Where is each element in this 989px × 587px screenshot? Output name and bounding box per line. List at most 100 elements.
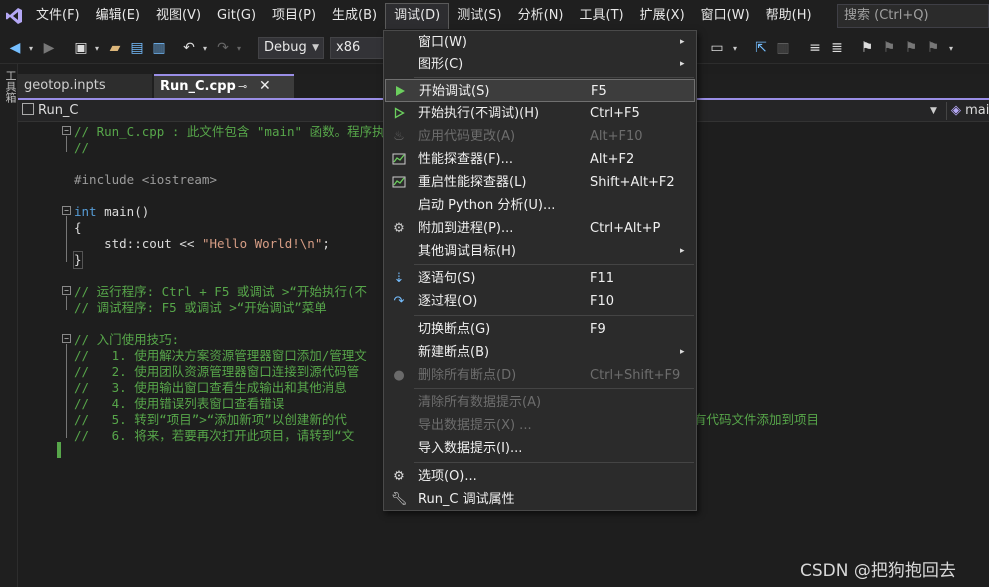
bookmark-icon[interactable]: ⚑ xyxy=(858,39,876,57)
menu-build[interactable]: 生成(B) xyxy=(324,3,385,29)
menu-help[interactable]: 帮助(H) xyxy=(758,3,820,29)
step-icon[interactable]: ⇱ xyxy=(752,39,770,57)
fold-toggle-icon[interactable]: − xyxy=(62,206,71,215)
menu-item-graphics[interactable]: 图形(C) ▸ xyxy=(385,53,695,76)
menu-test[interactable]: 测试(S) xyxy=(449,3,509,29)
visual-studio-logo-icon[interactable] xyxy=(0,0,28,32)
undo-icon[interactable]: ↶ xyxy=(180,39,198,57)
member-dropdown[interactable]: ◈ mai xyxy=(946,102,989,120)
code-line: // 6. 将来，若要再次打开此项目，请转到“文 xyxy=(74,428,355,443)
menu-project[interactable]: 项目(P) xyxy=(264,3,324,29)
menu-analyze[interactable]: 分析(N) xyxy=(510,3,572,29)
menu-item-clear-all-datatips[interactable]: 清除所有数据提示(A) xyxy=(385,391,695,414)
menu-item-new-breakpoint[interactable]: 新建断点(B) ▸ xyxy=(385,341,695,364)
menu-item-import-datatips[interactable]: 导入数据提示(I)... xyxy=(385,437,695,460)
menu-edit[interactable]: 编辑(E) xyxy=(88,3,148,29)
menu-item-debug-properties[interactable]: 🔧︎ Run_C 调试属性 xyxy=(385,488,695,511)
menu-item-window[interactable]: 窗口(W) ▸ xyxy=(385,31,695,54)
menu-item-options[interactable]: ⚙ 选项(O)... xyxy=(385,465,695,488)
debug-menu: 窗口(W) ▸ 图形(C) ▸ 开始调试(S) F5 开始执行(不调试)(H) … xyxy=(383,30,697,511)
menu-view[interactable]: 视图(V) xyxy=(148,3,209,29)
bookmark-clear-icon[interactable]: ⚑ xyxy=(924,39,942,57)
performance-chart-icon xyxy=(391,174,407,190)
close-icon[interactable]: ✕ xyxy=(259,76,271,97)
toolbar-overflow-icon[interactable]: ▾ xyxy=(946,39,956,57)
align-icon[interactable]: ▥ xyxy=(774,39,792,57)
breakpoints-icon: ● xyxy=(393,367,405,383)
flame-icon: ♨ xyxy=(393,128,405,144)
code-line: { xyxy=(74,220,82,235)
pin-icon[interactable]: ⊸ xyxy=(238,76,247,97)
scope-dropdown[interactable]: Run_C xyxy=(22,102,202,120)
save-all-icon[interactable]: ▥ xyxy=(150,39,168,57)
menu-item-attach-to-process[interactable]: ⚙ 附加到进程(P)... Ctrl+Alt+P xyxy=(385,217,695,240)
toolbox-strip[interactable]: 工具箱 xyxy=(0,64,18,587)
new-project-icon[interactable]: ▣ xyxy=(72,39,90,57)
new-dropdown-icon[interactable]: ▾ xyxy=(92,39,102,57)
bookmark-prev-icon[interactable]: ⚑ xyxy=(880,39,898,57)
menu-item-toggle-breakpoint[interactable]: 切换断点(G) F9 xyxy=(385,318,695,341)
chevron-down-icon: ▼ xyxy=(312,43,319,53)
gears-icon: ⚙ xyxy=(393,220,405,236)
menu-item-step-over[interactable]: ↷ 逐过程(O) F10 xyxy=(385,290,695,313)
layout-dropdown-icon[interactable]: ▾ xyxy=(730,39,740,57)
platform-select[interactable]: x86 xyxy=(330,37,386,59)
bookmark-next-icon[interactable]: ⚑ xyxy=(902,39,920,57)
menu-item-start-without-debugging[interactable]: 开始执行(不调试)(H) Ctrl+F5 xyxy=(385,102,695,125)
undo-dropdown-icon[interactable]: ▾ xyxy=(200,39,210,57)
menu-item-relaunch-profiler[interactable]: 重启性能探查器(L) Shift+Alt+F2 xyxy=(385,171,695,194)
menu-item-export-datatips[interactable]: 导出数据提示(X) ... xyxy=(385,414,695,437)
menu-git[interactable]: Git(G) xyxy=(209,3,264,29)
chevron-down-icon[interactable]: ▼ xyxy=(930,102,937,120)
fold-guide xyxy=(66,136,67,152)
menu-bar: 文件(F) 编辑(E) 视图(V) Git(G) 项目(P) 生成(B) 调试(… xyxy=(0,0,989,32)
fold-toggle-icon[interactable]: − xyxy=(62,334,71,343)
fold-toggle-icon[interactable]: − xyxy=(62,126,71,135)
menu-item-performance-profiler[interactable]: 性能探查器(F)... Alt+F2 xyxy=(385,148,695,171)
menu-extensions[interactable]: 扩展(X) xyxy=(632,3,693,29)
indent-icon[interactable]: ≡ xyxy=(806,39,824,57)
tab-label: Run_C.cpp xyxy=(160,79,236,94)
code-line: // 5. 转到“项目”>“添加新项”以创建新的代 xyxy=(74,412,347,427)
fold-toggle-icon[interactable]: − xyxy=(62,286,71,295)
code-line: std::cout << "Hello World!\n"; xyxy=(74,236,330,251)
menu-item-delete-all-breakpoints[interactable]: ● 删除所有断点(D) Ctrl+Shift+F9 xyxy=(385,364,695,387)
redo-icon[interactable]: ↷ xyxy=(214,39,232,57)
platform-value: x86 xyxy=(336,40,361,55)
menu-item-step-into[interactable]: ⇣ 逐语句(S) F11 xyxy=(385,267,695,290)
menu-file[interactable]: 文件(F) xyxy=(28,3,88,29)
wrench-icon: 🔧︎ xyxy=(390,491,408,507)
redo-dropdown-icon[interactable]: ▾ xyxy=(234,39,244,57)
open-folder-icon[interactable]: ▰ xyxy=(106,39,124,57)
menu-debug[interactable]: 调试(D) xyxy=(385,3,450,29)
save-icon[interactable]: ▤ xyxy=(128,39,146,57)
editor-gutter xyxy=(18,122,36,587)
code-line: // 1. 使用解决方案资源管理器窗口添加/管理文 xyxy=(74,348,367,363)
outdent-icon[interactable]: ≣ xyxy=(828,39,846,57)
configuration-select[interactable]: Debug ▼ xyxy=(258,37,324,59)
tab-geotop[interactable]: geotop.inpts xyxy=(18,74,152,98)
menu-item-start-debugging[interactable]: 开始调试(S) F5 xyxy=(385,79,695,102)
code-line-tail: 有代码文件添加到项目 xyxy=(694,412,820,427)
submenu-arrow-icon: ▸ xyxy=(680,59,685,69)
menu-item-other-debug-targets[interactable]: 其他调试目标(H) ▸ xyxy=(385,240,695,263)
code-line: } xyxy=(73,251,83,269)
back-dropdown-icon[interactable]: ▾ xyxy=(26,39,36,57)
code-line: // xyxy=(74,140,90,155)
configuration-value: Debug xyxy=(264,40,307,55)
play-icon xyxy=(392,83,408,99)
menu-window[interactable]: 窗口(W) xyxy=(693,3,758,29)
forward-icon[interactable]: ▶ xyxy=(40,39,58,57)
file-icon xyxy=(22,103,34,115)
menu-item-python-profiling[interactable]: 启动 Python 分析(U)... xyxy=(385,194,695,217)
gear-icon: ⚙ xyxy=(393,468,405,484)
search-input[interactable]: 搜索 (Ctrl+Q) xyxy=(837,4,989,28)
back-icon[interactable]: ◀ xyxy=(6,39,24,57)
member-label: mai xyxy=(965,103,989,118)
menu-item-apply-code-changes[interactable]: ♨ 应用代码更改(A) Alt+F10 xyxy=(385,125,695,148)
tab-run-c[interactable]: Run_C.cpp ⊸ ✕ xyxy=(154,74,294,98)
fold-guide xyxy=(66,216,67,262)
menu-tools[interactable]: 工具(T) xyxy=(572,3,632,29)
code-line: // 2. 使用团队资源管理器窗口连接到源代码管 xyxy=(74,364,360,379)
window-layout-icon[interactable]: ▭ xyxy=(708,39,726,57)
